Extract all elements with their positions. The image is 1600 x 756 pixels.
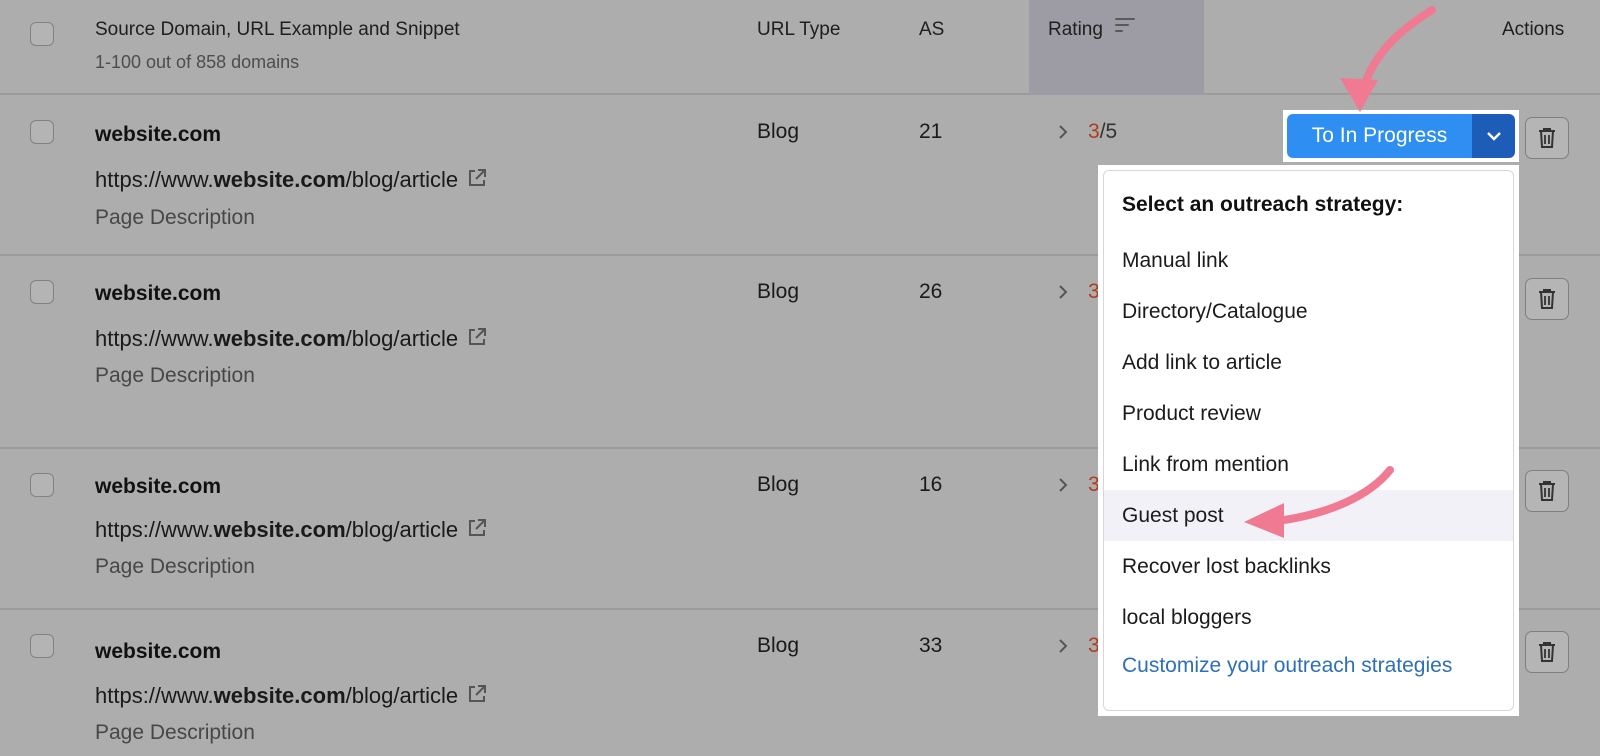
row-description: Page Description [95,364,255,387]
source-column-header[interactable]: Source Domain, URL Example and Snippet [95,19,460,41]
url-prefix: https://www. [95,517,214,542]
menu-item-manual-link[interactable]: Manual link [1104,235,1513,286]
chevron-right-icon[interactable] [1057,477,1069,493]
row-domain[interactable]: website.com [95,282,221,306]
url-suffix: /blog/article [345,167,459,192]
outreach-strategy-menu: Select an outreach strategy: Manual link… [1103,170,1514,711]
row-url[interactable]: https://www.website.com/blog/article [95,683,488,709]
menu-item-product-review[interactable]: Product review [1104,388,1513,439]
row-url[interactable]: https://www.website.com/blog/article [95,517,488,543]
menu-item-add-link-to-article[interactable]: Add link to article [1104,337,1513,388]
row-url-type: Blog [757,473,800,496]
url-suffix: /blog/article [345,683,459,708]
url-prefix: https://www. [95,167,214,192]
menu-item-guest-post[interactable]: Guest post [1104,490,1513,541]
row-url-type: Blog [757,120,800,143]
menu-title: Select an outreach strategy: [1122,193,1404,216]
actions-column-header: Actions [1502,19,1565,40]
menu-item-local-bloggers[interactable]: local bloggers [1104,592,1513,643]
strategy-dropdown-toggle[interactable] [1473,114,1515,158]
row-checkbox[interactable] [30,120,54,144]
row-domain[interactable]: website.com [95,475,221,499]
delete-button[interactable] [1525,117,1569,159]
select-all-checkbox[interactable] [30,22,54,46]
row-checkbox[interactable] [30,473,54,497]
rating-max: /5 [1099,120,1118,143]
action-split-button-wrap: To In Progress [1283,110,1519,162]
rating-column-sorted-bg [1029,0,1204,95]
menu-item-recover-lost-backlinks[interactable]: Recover lost backlinks [1104,541,1513,592]
rating-column-header[interactable]: Rating [1048,19,1103,41]
row-checkbox[interactable] [30,634,54,658]
delete-button[interactable] [1525,631,1569,673]
external-link-icon[interactable] [466,683,488,705]
row-url-type: Blog [757,634,800,657]
row-url-type: Blog [757,280,800,303]
row-url[interactable]: https://www.website.com/blog/article [95,167,488,193]
sort-descending-icon[interactable] [1115,18,1135,36]
row-domain[interactable]: website.com [95,123,221,147]
chevron-right-icon[interactable] [1057,284,1069,300]
row-domain[interactable]: website.com [95,640,221,664]
row-as: 33 [919,634,943,657]
to-in-progress-button[interactable]: To In Progress [1287,114,1473,158]
delete-button[interactable] [1525,470,1569,512]
row-description: Page Description [95,555,255,578]
trash-icon [1539,642,1555,662]
trash-icon [1539,289,1555,309]
table-header: Source Domain, URL Example and Snippet 1… [0,0,1600,95]
row-description: Page Description [95,721,255,744]
trash-icon [1539,128,1555,148]
action-split-button: To In Progress [1287,114,1515,158]
external-link-icon[interactable] [466,326,488,348]
external-link-icon[interactable] [466,517,488,539]
url-domain: website.com [213,167,346,192]
row-checkbox[interactable] [30,280,54,304]
trash-icon [1539,481,1555,501]
url-prefix: https://www. [95,683,214,708]
external-link-icon[interactable] [466,167,488,189]
url-prefix: https://www. [95,326,214,351]
url-type-column-header[interactable]: URL Type [757,19,840,41]
menu-item-directory-catalogue[interactable]: Directory/Catalogue [1104,286,1513,337]
url-domain: website.com [213,326,346,351]
row-as: 26 [919,280,943,303]
customize-strategies-link[interactable]: Customize your outreach strategies [1122,654,1452,678]
menu-item-link-from-mention[interactable]: Link from mention [1104,439,1513,490]
rating-value: 3 [1088,120,1100,143]
domain-count: 1-100 out of 858 domains [95,52,300,72]
row-url[interactable]: https://www.website.com/blog/article [95,326,488,352]
chevron-down-icon [1487,132,1501,141]
row-rating: 3/5 [1088,120,1117,144]
row-description: Page Description [95,206,255,229]
chevron-right-icon[interactable] [1057,638,1069,654]
outreach-strategy-dropdown-frame: Select an outreach strategy: Manual link… [1098,165,1519,716]
delete-button[interactable] [1525,278,1569,320]
row-as: 21 [919,120,943,143]
url-suffix: /blog/article [345,326,459,351]
row-as: 16 [919,473,943,496]
chevron-right-icon[interactable] [1057,124,1069,140]
url-suffix: /blog/article [345,517,459,542]
as-column-header[interactable]: AS [919,19,944,41]
url-domain: website.com [213,517,346,542]
url-domain: website.com [213,683,346,708]
